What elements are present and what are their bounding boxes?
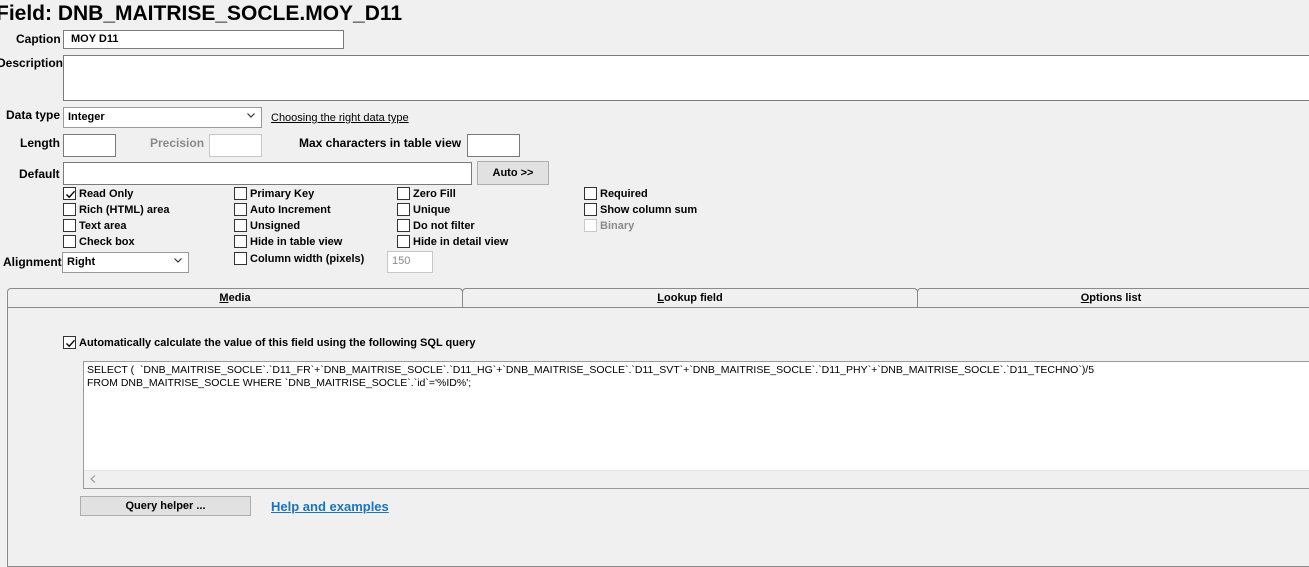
- show-column-sum-label: Show column sum: [600, 203, 698, 216]
- read-only-checkbox[interactable]: Read Only: [63, 187, 133, 200]
- binary-label: Binary: [600, 219, 635, 232]
- primary-key-checkbox[interactable]: Primary Key: [234, 187, 314, 200]
- unsigned-box: [234, 219, 247, 232]
- required-checkbox[interactable]: Required: [584, 187, 648, 200]
- hide-detail-view-label: Hide in detail view: [413, 235, 509, 248]
- check-icon: [66, 339, 76, 348]
- hide-detail-view-box: [397, 235, 410, 248]
- text-area-checkbox[interactable]: Text area: [63, 219, 127, 232]
- description-input[interactable]: [63, 55, 1309, 101]
- auto-calc-checkbox[interactable]: Automatically calculate the value of thi…: [63, 336, 475, 349]
- tab-options-accel: O: [1080, 292, 1090, 304]
- unsigned-checkbox[interactable]: Unsigned: [234, 219, 300, 232]
- data-type-help-link[interactable]: Choosing the right data type: [271, 112, 409, 124]
- zero-fill-label: Zero Fill: [413, 187, 456, 200]
- sql-line-2: FROM DNB_MAITRISE_SOCLE WHERE `DNB_MAITR…: [87, 377, 472, 389]
- unsigned-label: Unsigned: [250, 219, 301, 232]
- zero-fill-checkbox[interactable]: Zero Fill: [397, 187, 456, 200]
- length-label: Length: [20, 136, 60, 150]
- alignment-label: Alignment: [3, 255, 62, 269]
- rich-html-checkbox[interactable]: Rich (HTML) area: [63, 203, 169, 216]
- data-type-label: Data type: [6, 108, 61, 122]
- tab-lookup-rest: ookup field: [664, 292, 723, 304]
- primary-key-box: [234, 187, 247, 200]
- alignment-value: Right: [67, 256, 96, 268]
- chevron-down-icon: [247, 113, 255, 118]
- hide-table-view-label: Hide in table view: [250, 235, 343, 248]
- tab-options-rest: ptions list: [1089, 292, 1142, 304]
- auto-increment-checkbox[interactable]: Auto Increment: [234, 203, 331, 216]
- default-input[interactable]: [63, 162, 472, 185]
- max-chars-label: Max characters in table view: [299, 136, 462, 150]
- binary-checkbox[interactable]: Binary: [584, 219, 634, 232]
- primary-key-label: Primary Key: [250, 187, 315, 200]
- data-type-select[interactable]: Integer: [63, 107, 262, 128]
- auto-calc-label: Automatically calculate the value of thi…: [79, 336, 476, 349]
- help-examples-link[interactable]: Help and examples: [271, 499, 389, 514]
- chevron-down-icon: [174, 258, 182, 263]
- column-width-input[interactable]: 150: [387, 251, 433, 273]
- required-label: Required: [600, 187, 648, 200]
- tab-media-rest: edia: [228, 292, 251, 304]
- tab-media[interactable]: Media: [7, 288, 463, 307]
- precision-label: Precision: [150, 136, 205, 150]
- do-not-filter-checkbox[interactable]: Do not filter: [397, 219, 475, 232]
- hide-table-view-checkbox[interactable]: Hide in table view: [234, 235, 342, 248]
- column-width-label: Column width (pixels): [250, 252, 365, 265]
- description-label: Description: [0, 56, 64, 70]
- check-box-checkbox[interactable]: Check box: [63, 235, 135, 248]
- auto-calc-box: [63, 336, 76, 349]
- read-only-box: [63, 187, 76, 200]
- max-chars-input[interactable]: [467, 134, 520, 157]
- caption-input[interactable]: MOY D11: [63, 30, 344, 49]
- data-type-value: Integer: [68, 111, 105, 123]
- required-box: [584, 187, 597, 200]
- horizontal-scrollbar[interactable]: [84, 470, 1309, 488]
- text-area-label: Text area: [79, 219, 127, 232]
- binary-box: [584, 219, 597, 232]
- rich-html-label: Rich (HTML) area: [79, 203, 170, 216]
- hide-table-view-box: [234, 235, 247, 248]
- auto-increment-box: [234, 203, 247, 216]
- do-not-filter-label: Do not filter: [413, 219, 475, 232]
- do-not-filter-box: [397, 219, 410, 232]
- unique-label: Unique: [413, 203, 451, 216]
- check-box-box: [63, 235, 76, 248]
- check-box-label: Check box: [79, 235, 135, 248]
- read-only-label: Read Only: [79, 187, 134, 200]
- tab-media-accel: M: [219, 292, 229, 304]
- length-input[interactable]: [63, 134, 116, 157]
- sql-line-1: SELECT ( `DNB_MAITRISE_SOCLE`.`D11_FR`+`…: [87, 364, 1095, 376]
- show-column-sum-box: [584, 203, 597, 216]
- hide-detail-view-checkbox[interactable]: Hide in detail view: [397, 235, 508, 248]
- column-width-box: [234, 252, 247, 265]
- alignment-select[interactable]: Right: [62, 252, 189, 273]
- sql-query-textarea[interactable]: SELECT ( `DNB_MAITRISE_SOCLE`.`D11_FR`+`…: [83, 361, 1309, 489]
- column-width-checkbox[interactable]: Column width (pixels): [234, 252, 364, 265]
- auto-button[interactable]: Auto >>: [477, 161, 549, 185]
- text-area-box: [63, 219, 76, 232]
- caption-label: Caption: [16, 32, 61, 46]
- tab-options-list[interactable]: Options list: [917, 288, 1309, 307]
- default-label: Default: [19, 167, 60, 181]
- page-title: Field: DNB_MAITRISE_SOCLE.MOY_D11: [0, 2, 403, 25]
- check-icon: [66, 190, 76, 199]
- unique-box: [397, 203, 410, 216]
- query-helper-button[interactable]: Query helper ...: [80, 496, 251, 516]
- auto-increment-label: Auto Increment: [250, 203, 331, 216]
- rich-html-box: [63, 203, 76, 216]
- unique-checkbox[interactable]: Unique: [397, 203, 450, 216]
- zero-fill-box: [397, 187, 410, 200]
- precision-input[interactable]: [209, 134, 262, 157]
- chevron-left-icon[interactable]: [90, 475, 96, 483]
- tab-lookup-field[interactable]: Lookup field: [462, 288, 918, 307]
- show-column-sum-checkbox[interactable]: Show column sum: [584, 203, 697, 216]
